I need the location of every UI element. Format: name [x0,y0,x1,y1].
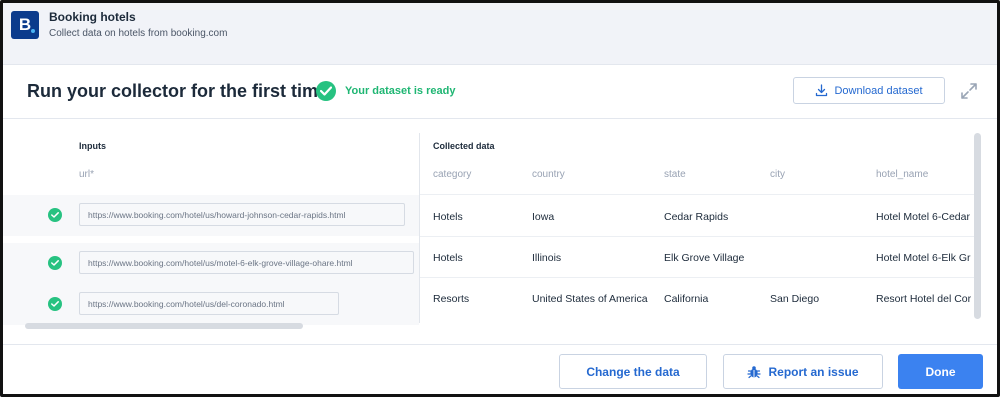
input-row: https://www.booking.com/hotel/us/motel-6… [3,243,419,284]
app-header: B Booking hotels Collect data on hotels … [3,3,997,65]
download-dataset-button[interactable]: Download dataset [793,77,945,104]
done-button[interactable]: Done [898,354,983,389]
table-cell: Iowa [532,211,555,223]
row-divider [420,277,980,278]
vertical-scrollbar[interactable] [974,133,981,319]
column-header-category: category [433,169,472,180]
input-row: https://www.booking.com/hotel/us/howard-… [3,195,419,236]
table-cell: Cedar Rapids [664,211,729,223]
change-data-label: Change the data [586,364,680,379]
check-circle-icon [48,297,62,311]
horizontal-scrollbar[interactable] [25,323,303,329]
footer-actions: Change the data Report an issue Done [3,344,997,394]
table-cell: Hotel Motel 6-Cedar [876,211,970,223]
table-cell: Illinois [532,252,562,264]
dataset-ready-status: Your dataset is ready [345,85,456,97]
download-dataset-label: Download dataset [834,84,923,97]
report-issue-button[interactable]: Report an issue [723,354,883,389]
url-column-label: url* [79,169,95,180]
inputs-header: Inputs [79,141,106,151]
column-header-city: city [770,169,785,180]
logo-dot [31,29,35,33]
url-input[interactable]: https://www.booking.com/hotel/us/motel-6… [79,251,414,274]
column-header-hotel-name: hotel_name [876,169,929,180]
table-cell: Elk Grove Village [664,252,745,264]
table-cell: Resort Hotel del Cor [876,293,972,305]
table-cell: Hotels [433,211,463,223]
bug-icon [747,365,762,378]
change-data-button[interactable]: Change the data [559,354,707,389]
expand-icon[interactable] [959,81,979,101]
report-issue-label: Report an issue [768,364,859,379]
download-icon [816,84,828,97]
table-cell: California [664,293,709,305]
table-cell: Hotels [433,252,463,264]
collected-data-panel: Collected data category country state ci… [420,120,980,344]
table-cell: Hotel Motel 6-Elk Gr [876,252,971,264]
page-title: Run your collector for the first time [27,81,329,101]
collected-data-header: Collected data [433,141,495,151]
row-divider [420,194,980,195]
booking-logo: B [11,11,39,39]
inputs-panel: Inputs url* https://www.booking.com/hote… [3,120,419,344]
column-header-state: state [664,169,686,180]
input-row: https://www.booking.com/hotel/us/del-cor… [3,284,419,325]
row-divider [420,236,980,237]
url-input[interactable]: https://www.booking.com/hotel/us/howard-… [79,203,405,226]
collector-window: B Booking hotels Collect data on hotels … [0,0,1000,397]
app-title: Booking hotels [49,10,136,24]
run-title-bar: Run your collector for the first time Yo… [3,65,997,119]
check-circle-icon [48,208,62,222]
done-label: Done [925,364,956,379]
table-cell: San Diego [770,293,820,305]
table-cell: United States of America [532,293,648,305]
check-circle-icon [48,256,62,270]
check-circle-icon [316,81,336,101]
column-header-country: country [532,169,565,180]
app-subtitle: Collect data on hotels from booking.com [49,28,228,39]
url-input[interactable]: https://www.booking.com/hotel/us/del-cor… [79,292,339,315]
logo-letter: B [18,15,32,34]
table-cell: Resorts [433,293,470,305]
